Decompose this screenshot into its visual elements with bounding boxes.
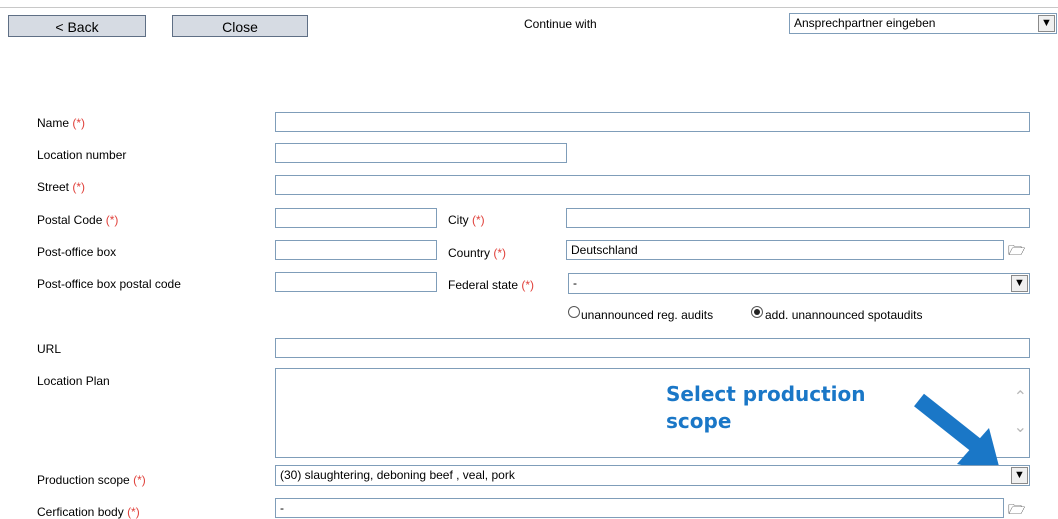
continue-with-label: Continue with: [524, 17, 597, 31]
chevron-down-icon[interactable]: ▼: [1011, 467, 1028, 484]
postal-code-input[interactable]: [275, 208, 437, 228]
url-label: URL: [37, 342, 62, 356]
close-button[interactable]: Close: [172, 15, 308, 37]
required-marker: (*): [493, 246, 507, 260]
continue-with-value: Ansprechpartner eingeben: [794, 16, 936, 30]
folder-icon[interactable]: 🗁: [1008, 502, 1025, 516]
po-box-input[interactable]: [275, 240, 437, 260]
location-number-label: Location number: [37, 148, 127, 162]
chevron-down-icon[interactable]: ▼: [1038, 15, 1055, 32]
chevron-down-icon[interactable]: ▼: [1011, 275, 1028, 292]
radio-unannounced-label: unannounced reg. audits: [581, 308, 714, 322]
country-input[interactable]: Deutschland: [566, 240, 1004, 260]
country-label: Country (*): [448, 246, 507, 260]
top-divider: [0, 7, 1058, 8]
po-box-postal-code-label: Post-office box postal code: [37, 277, 181, 291]
required-marker: (*): [521, 278, 535, 292]
required-marker: (*): [472, 213, 485, 227]
radio-unannounced-reg-audits[interactable]: [568, 306, 580, 318]
street-label: Street (*): [37, 180, 86, 194]
city-input[interactable]: [566, 208, 1030, 228]
scroll-up-icon[interactable]: ⌃: [1014, 387, 1027, 407]
certification-body-input[interactable]: -: [275, 498, 1004, 518]
name-label: Name (*): [37, 116, 86, 130]
scroll-down-icon[interactable]: ⌄: [1014, 417, 1027, 437]
po-box-postal-code-input[interactable]: [275, 272, 437, 292]
radio-add-unannounced-spotaudits[interactable]: [751, 306, 763, 318]
url-input[interactable]: [275, 338, 1030, 358]
folder-icon[interactable]: 🗁: [1008, 243, 1025, 257]
required-marker: (*): [72, 116, 86, 130]
po-box-label: Post-office box: [37, 245, 117, 259]
callout-select-production-scope: Select production scope: [666, 382, 866, 433]
production-scope-select[interactable]: (30) slaughtering, deboning beef , veal,…: [275, 465, 1030, 486]
required-marker: (*): [133, 473, 146, 487]
federal-state-label: Federal state (*): [448, 278, 535, 292]
federal-state-value: -: [573, 276, 577, 290]
required-marker: (*): [72, 180, 86, 194]
radio-add-unannounced-label: add. unannounced spotaudits: [765, 308, 923, 322]
location-number-input[interactable]: [275, 143, 567, 163]
federal-state-select[interactable]: - ▼: [568, 273, 1030, 294]
production-scope-label: Production scope (*): [37, 473, 146, 487]
city-label: City (*): [448, 213, 485, 227]
location-plan-label: Location Plan: [37, 374, 110, 388]
production-scope-value: (30) slaughtering, deboning beef , veal,…: [280, 468, 515, 482]
required-marker: (*): [105, 213, 119, 227]
postal-code-label: Postal Code (*): [37, 213, 119, 227]
continue-with-select[interactable]: Ansprechpartner eingeben ▼: [789, 13, 1057, 34]
name-input[interactable]: [275, 112, 1030, 132]
back-button[interactable]: < Back: [8, 15, 146, 37]
street-input[interactable]: [275, 175, 1030, 195]
